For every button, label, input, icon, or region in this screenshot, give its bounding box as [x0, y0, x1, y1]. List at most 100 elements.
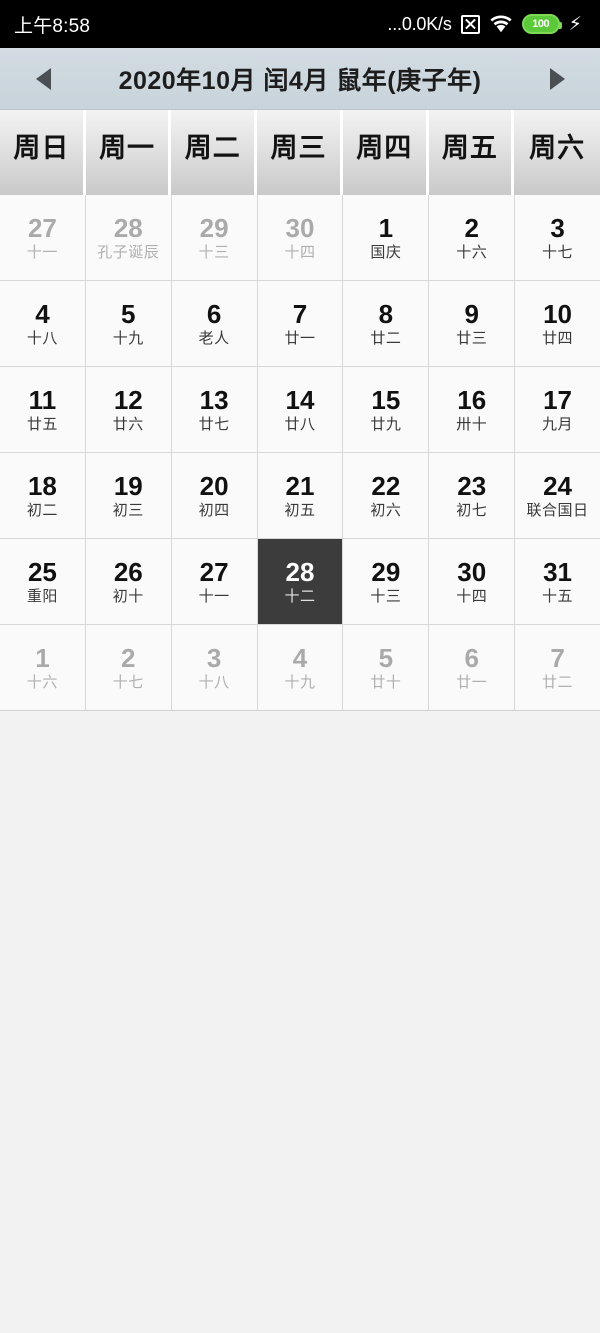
day-cell[interactable]: 28 孔子诞辰 [85, 195, 171, 280]
day-cell[interactable]: 6 老人 [171, 281, 257, 366]
day-cell[interactable]: 19 初三 [85, 453, 171, 538]
day-cell[interactable]: 25 重阳 [0, 539, 85, 624]
weekday-header-6: 周六 [514, 110, 600, 195]
day-lunar-label: 廿六 [112, 416, 144, 433]
charging-bolt-icon: ⚡ [568, 13, 582, 35]
day-lunar-label: 联合国日 [526, 502, 589, 519]
day-cell[interactable]: 16 卅十 [429, 367, 515, 452]
day-lunar-label: 重阳 [26, 588, 58, 605]
day-cell[interactable]: 3 十七 [515, 195, 600, 280]
day-cell[interactable]: 5 十九 [85, 281, 171, 366]
day-lunar-label: 初二 [26, 502, 58, 519]
day-cell[interactable]: 4 十九 [257, 625, 343, 710]
day-cell[interactable]: 15 廿九 [343, 367, 429, 452]
day-cell[interactable]: 12 廿六 [85, 367, 171, 452]
day-cell[interactable]: 26 初十 [85, 539, 171, 624]
day-cell[interactable]: 1 国庆 [343, 195, 429, 280]
day-cell[interactable]: 30 十四 [429, 539, 515, 624]
day-number: 16 [457, 385, 487, 415]
day-number: 28 [285, 557, 315, 587]
day-cell[interactable]: 1 十六 [0, 625, 85, 710]
day-cell[interactable]: 22 初六 [343, 453, 429, 538]
day-cell[interactable]: 31 十五 [515, 539, 600, 624]
day-lunar-label: 国庆 [370, 244, 402, 261]
day-lunar-label: 十八 [26, 330, 58, 347]
day-lunar-label: 十一 [26, 244, 58, 261]
day-lunar-label: 十四 [456, 588, 488, 605]
day-lunar-label: 廿一 [284, 330, 316, 347]
day-lunar-label: 十三 [198, 244, 230, 261]
day-number: 1 [378, 213, 394, 243]
day-cell[interactable]: 5 廿十 [343, 625, 429, 710]
day-number: 13 [199, 385, 229, 415]
day-cell[interactable]: 7 廿一 [257, 281, 343, 366]
day-cell[interactable]: 27 十一 [0, 195, 85, 280]
day-lunar-label: 廿五 [26, 416, 58, 433]
day-lunar-label: 廿二 [542, 674, 574, 691]
day-cell[interactable]: 11 廿五 [0, 367, 85, 452]
day-cell[interactable]: 3 十八 [171, 625, 257, 710]
day-lunar-label: 初四 [198, 502, 230, 519]
day-number: 20 [199, 471, 229, 501]
day-number: 30 [457, 557, 487, 587]
day-cell[interactable]: 18 初二 [0, 453, 85, 538]
weekday-header-0: 周日 [0, 110, 83, 195]
day-number: 6 [206, 299, 222, 329]
day-number: 24 [543, 471, 573, 501]
day-cell[interactable]: 8 廿二 [343, 281, 429, 366]
day-number: 26 [113, 557, 143, 587]
day-lunar-label: 廿三 [456, 330, 488, 347]
day-lunar-label: 廿七 [198, 416, 230, 433]
day-cell[interactable]: 24 联合国日 [515, 453, 600, 538]
weekday-header-4: 周四 [342, 110, 426, 195]
day-lunar-label: 十七 [542, 244, 574, 261]
battery-icon: 100 [521, 14, 562, 34]
day-lunar-label: 老人 [198, 330, 230, 347]
prev-month-button[interactable] [0, 67, 86, 90]
day-cell[interactable]: 29 十三 [343, 539, 429, 624]
day-number: 14 [285, 385, 315, 415]
day-cell[interactable]: 4 十八 [0, 281, 85, 366]
day-lunar-label: 十二 [284, 588, 316, 605]
day-cell[interactable]: 27 十一 [171, 539, 257, 624]
day-cell[interactable]: 21 初五 [257, 453, 343, 538]
empty-content-area [0, 711, 600, 1333]
day-lunar-label: 初十 [112, 588, 144, 605]
day-number: 4 [35, 299, 50, 329]
day-cell[interactable]: 2 十七 [85, 625, 171, 710]
day-lunar-label: 初五 [284, 502, 316, 519]
day-cell[interactable]: 17 九月 [515, 367, 600, 452]
day-cell[interactable]: 30 十四 [257, 195, 343, 280]
day-cell[interactable]: 6 廿一 [429, 625, 515, 710]
next-month-button[interactable] [514, 67, 600, 90]
day-cell[interactable]: 14 廿八 [257, 367, 343, 452]
chevron-left-icon [35, 67, 51, 90]
day-number: 30 [285, 213, 315, 243]
day-number: 23 [457, 471, 487, 501]
day-lunar-label: 廿十 [370, 674, 402, 691]
day-cell[interactable]: 13 廿七 [171, 367, 257, 452]
day-number: 2 [464, 213, 479, 243]
day-number: 9 [464, 299, 479, 329]
day-cell[interactable]: 29 十三 [171, 195, 257, 280]
day-cell[interactable]: 9 廿三 [429, 281, 515, 366]
day-cell-selected[interactable]: 28 十二 [257, 539, 343, 624]
day-cell[interactable]: 20 初四 [171, 453, 257, 538]
day-lunar-label: 廿八 [284, 416, 316, 433]
day-number: 3 [206, 643, 222, 673]
day-number: 8 [378, 299, 394, 329]
day-number: 7 [292, 299, 308, 329]
weekday-header-2: 周二 [171, 110, 255, 195]
day-cell[interactable]: 23 初七 [429, 453, 515, 538]
day-lunar-label: 初三 [112, 502, 144, 519]
x-box-icon [460, 14, 480, 34]
day-cell[interactable]: 2 十六 [429, 195, 515, 280]
day-number: 15 [371, 385, 401, 415]
day-lunar-label: 十七 [112, 674, 144, 691]
day-number: 7 [550, 643, 565, 673]
day-number: 22 [371, 471, 401, 501]
month-header: 2020年10月 闰4月 鼠年(庚子年) [0, 48, 600, 110]
day-lunar-label: 卅十 [456, 416, 488, 433]
day-cell[interactable]: 7 廿二 [515, 625, 600, 710]
day-cell[interactable]: 10 廿四 [515, 281, 600, 366]
